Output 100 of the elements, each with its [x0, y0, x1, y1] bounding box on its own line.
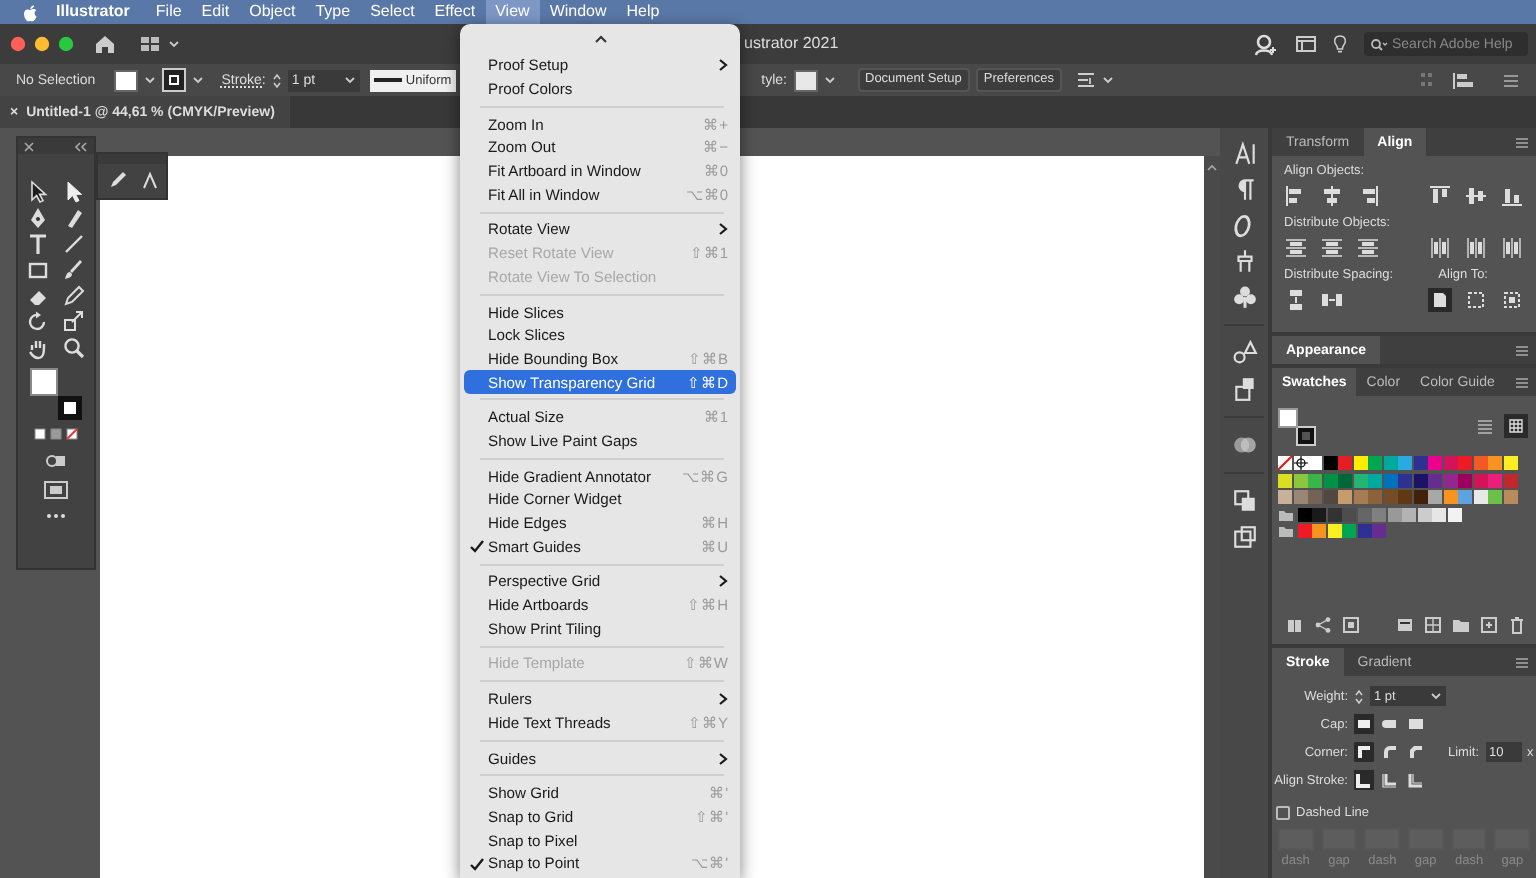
color-swatch[interactable]: [1488, 490, 1502, 504]
menu-item[interactable]: Effect: [424, 0, 486, 24]
scale-icon[interactable]: [62, 309, 86, 333]
caret-icon[interactable]: [1430, 690, 1442, 702]
panel-options-icon[interactable]: [1502, 73, 1520, 87]
new-folder-icon[interactable]: [1452, 616, 1470, 634]
color-swatch[interactable]: [1402, 507, 1416, 521]
color-swatch[interactable]: [1372, 524, 1386, 538]
none-swatch[interactable]: [1278, 456, 1292, 470]
distribute-right-icon[interactable]: [1500, 236, 1524, 260]
fill-color-swatch[interactable]: [1278, 408, 1298, 428]
color-swatch[interactable]: [1503, 490, 1517, 504]
brush-pen-icon[interactable]: [62, 205, 86, 229]
hand-icon[interactable]: [26, 335, 50, 359]
rectangle-icon[interactable]: [26, 257, 50, 281]
color-swatch[interactable]: [1398, 473, 1412, 487]
stroke-color-swatch[interactable]: [58, 396, 82, 420]
hollow-arrow-icon[interactable]: [62, 179, 86, 203]
menu-item[interactable]: File: [145, 0, 192, 24]
color-swatch[interactable]: [1353, 456, 1367, 470]
text-icon[interactable]: [26, 231, 50, 255]
color-swatch[interactable]: [1323, 473, 1337, 487]
color-swatch[interactable]: [1432, 507, 1446, 521]
color-swatch[interactable]: [1308, 490, 1322, 504]
more-tools-icon[interactable]: [46, 512, 66, 520]
color-swatch[interactable]: [1473, 490, 1487, 504]
color-swatch[interactable]: [1398, 490, 1412, 504]
distribute-left-icon[interactable]: [1428, 236, 1452, 260]
vertical-spacing-icon[interactable]: [1284, 288, 1308, 312]
transparency-icon[interactable]: [1231, 432, 1257, 458]
screen-mode-icon[interactable]: [44, 480, 68, 500]
color-swatch[interactable]: [1323, 456, 1337, 470]
miter-join-icon[interactable]: [1354, 742, 1374, 762]
pathfinder-icon[interactable]: [1231, 488, 1257, 514]
app-menu[interactable]: Illustrator: [38, 0, 146, 24]
color-swatch[interactable]: [1278, 473, 1292, 487]
color-swatch[interactable]: [1473, 456, 1487, 470]
panel-icon[interactable]: [1296, 36, 1316, 52]
lightbulb-icon[interactable]: [1332, 34, 1348, 54]
color-swatch[interactable]: [1308, 473, 1322, 487]
color-swatch[interactable]: [1342, 507, 1356, 521]
selection-arrow-icon[interactable]: [26, 179, 50, 203]
color-swatch[interactable]: [1383, 473, 1397, 487]
color-swatch[interactable]: [1293, 473, 1307, 487]
color-swatch[interactable]: [1342, 524, 1356, 538]
color-swatch[interactable]: [1417, 507, 1431, 521]
gradient-mode-icon[interactable]: [50, 428, 62, 440]
collapse-icon[interactable]: [74, 141, 88, 151]
style-swatch[interactable]: [793, 69, 817, 91]
color-swatch[interactable]: [1353, 490, 1367, 504]
color-swatch[interactable]: [1323, 490, 1337, 504]
color-swatch[interactable]: [1297, 507, 1311, 521]
align-bottom-icon[interactable]: [1500, 184, 1524, 208]
color-swatch[interactable]: [1368, 490, 1382, 504]
home-icon[interactable]: [94, 34, 116, 54]
color-swatch[interactable]: [1338, 490, 1352, 504]
key-object-icon[interactable]: [1500, 288, 1524, 312]
color-swatch[interactable]: [1312, 507, 1326, 521]
color-swatch[interactable]: [1428, 473, 1442, 487]
align-top-icon[interactable]: [1428, 184, 1452, 208]
color-swatch[interactable]: [1443, 456, 1457, 470]
line-icon[interactable]: [62, 231, 86, 255]
color-swatch[interactable]: [1428, 490, 1442, 504]
color-swatch[interactable]: [1338, 473, 1352, 487]
color-swatch[interactable]: [1473, 473, 1487, 487]
zoom-button-icon[interactable]: [58, 36, 74, 52]
arrange-icon[interactable]: [1075, 71, 1096, 89]
club-icon[interactable]: [1231, 284, 1257, 310]
spinner-icon[interactable]: [271, 71, 282, 89]
color-swatch[interactable]: [1413, 490, 1427, 504]
panel-menu-icon[interactable]: [1514, 135, 1530, 149]
color-swatch[interactable]: [1428, 456, 1442, 470]
horizontal-spacing-icon[interactable]: [1320, 288, 1344, 312]
round-cap-icon[interactable]: [1380, 714, 1400, 734]
color-swatch[interactable]: [1308, 456, 1322, 470]
minimize-button-icon[interactable]: [34, 36, 50, 52]
none-mode-icon[interactable]: [66, 428, 78, 440]
caret-icon[interactable]: [343, 74, 356, 86]
color-swatch[interactable]: [1503, 473, 1517, 487]
stroke-swatch[interactable]: [161, 68, 186, 92]
spinner-icon[interactable]: [1354, 687, 1364, 705]
artboards-icon[interactable]: [1231, 524, 1257, 550]
menu-item[interactable]: Edit: [191, 0, 240, 24]
color-swatch[interactable]: [1458, 490, 1472, 504]
color-swatch[interactable]: [1297, 524, 1311, 538]
color-swatch[interactable]: [1357, 524, 1371, 538]
fill-mode-icon[interactable]: [34, 428, 46, 440]
panel-menu-icon[interactable]: [1514, 655, 1530, 669]
align-center-icon[interactable]: [1320, 184, 1344, 208]
brush-icon[interactable]: [62, 257, 86, 281]
square-cap-icon[interactable]: [1406, 714, 1426, 734]
bevel-join-icon[interactable]: [1406, 742, 1426, 762]
color-swatch[interactable]: [1293, 490, 1307, 504]
registration-swatch[interactable]: [1293, 456, 1307, 470]
pen-icon[interactable]: [26, 205, 50, 229]
grid-view-icon[interactable]: [1504, 414, 1528, 438]
color-swatch[interactable]: [1398, 456, 1412, 470]
color-swatch[interactable]: [1458, 456, 1472, 470]
new-swatch-icon[interactable]: [1480, 616, 1498, 634]
caret-icon[interactable]: [191, 74, 204, 86]
